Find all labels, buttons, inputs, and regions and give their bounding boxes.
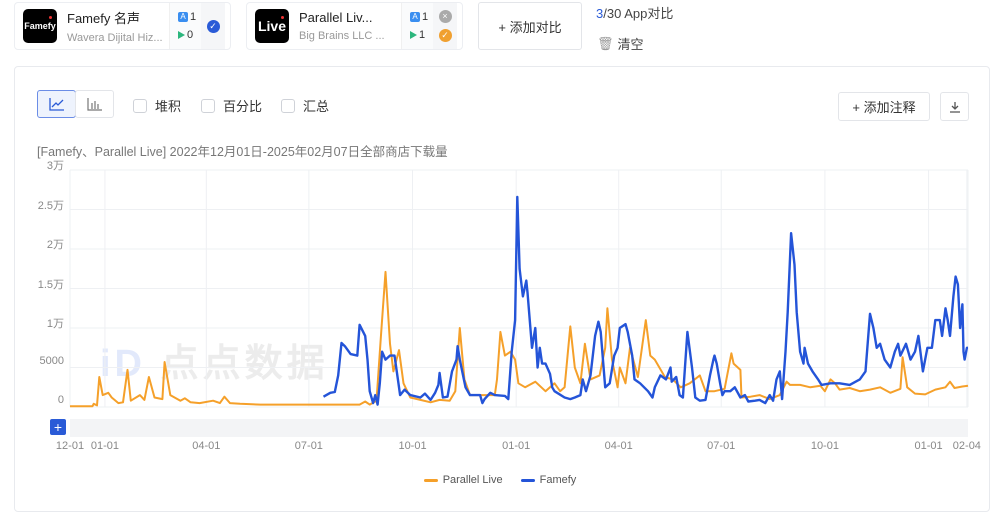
legend-parallel-live[interactable]: Parallel Live	[423, 474, 503, 486]
legend-famefy[interactable]: Famefy	[520, 474, 576, 486]
series-line-famefy	[322, 195, 969, 406]
line-chart	[69, 169, 969, 408]
zoom-slider-track[interactable]	[70, 419, 968, 437]
legend: Parallel Live Famefy	[0, 474, 1000, 486]
series-line-parallel-live	[70, 270, 969, 408]
zoom-handle-plus-icon[interactable]: +	[50, 419, 66, 435]
